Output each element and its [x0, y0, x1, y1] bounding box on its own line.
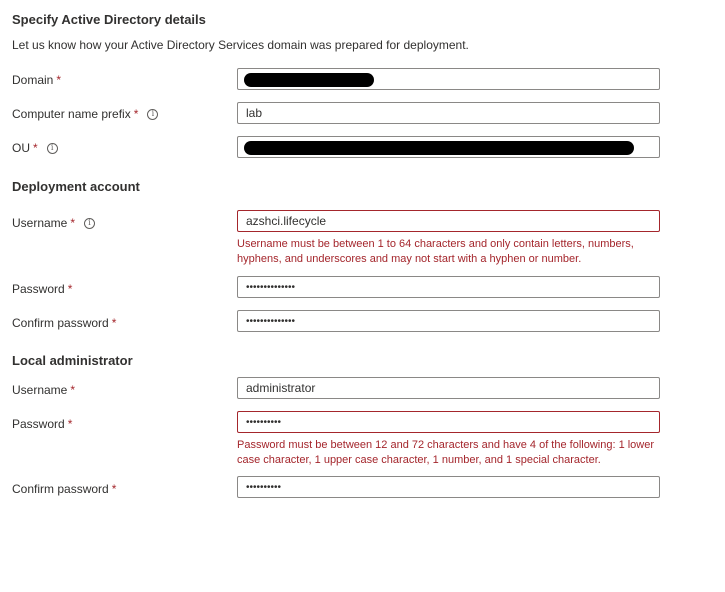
admin-username-label: Username * [12, 383, 75, 397]
admin-confirm-label-text: Confirm password [12, 482, 109, 496]
required-marker: * [56, 73, 62, 87]
info-icon[interactable]: i [46, 142, 58, 154]
computer-prefix-label: Computer name prefix * i [12, 107, 159, 121]
required-marker: * [133, 107, 139, 121]
admin-confirm-label: Confirm password * [12, 482, 116, 496]
computer-prefix-input[interactable]: lab [237, 102, 660, 124]
admin-password-value: •••••••••• [246, 416, 282, 428]
info-icon[interactable]: i [147, 108, 159, 120]
domain-label-text: Domain [12, 73, 54, 87]
deployment-password-label-text: Password [12, 282, 65, 296]
info-icon[interactable]: i [84, 217, 96, 229]
page-title: Specify Active Directory details [12, 12, 206, 27]
deployment-password-input[interactable]: •••••••••••••• [237, 276, 660, 298]
deployment-password-label: Password * [12, 282, 72, 296]
page-description: Let us know how your Active Directory Se… [12, 38, 469, 52]
admin-username-input[interactable]: administrator [237, 377, 660, 399]
deployment-confirm-label: Confirm password * [12, 316, 116, 330]
required-marker: * [67, 282, 73, 296]
admin-confirm-input[interactable]: •••••••••• [237, 476, 660, 498]
redaction-mark [244, 141, 634, 155]
admin-password-label-text: Password [12, 417, 65, 431]
required-marker: * [111, 316, 117, 330]
deployment-username-input[interactable]: azshci.lifecycle [237, 210, 660, 232]
deployment-username-error: Username must be between 1 to 64 charact… [237, 238, 634, 265]
redaction-mark [244, 73, 374, 87]
required-marker: * [70, 383, 76, 397]
deployment-confirm-label-text: Confirm password [12, 316, 109, 330]
required-marker: * [70, 216, 76, 230]
deployment-username-value: azshci.lifecycle [246, 214, 327, 228]
required-marker: * [33, 141, 38, 155]
deployment-username-label-text: Username [12, 216, 68, 230]
admin-password-error: Password must be between 12 and 72 chara… [237, 439, 655, 466]
ad-details-form: Specify Active Directory details Let us … [0, 0, 725, 592]
admin-password-input[interactable]: •••••••••• [237, 411, 660, 433]
deployment-confirm-input[interactable]: •••••••••••••• [237, 310, 660, 332]
ou-label-text: OU [12, 141, 30, 155]
deployment-confirm-value: •••••••••••••• [246, 315, 296, 327]
deployment-section-title: Deployment account [12, 179, 140, 194]
computer-prefix-value: lab [246, 106, 263, 120]
admin-username-label-text: Username [12, 383, 68, 397]
required-marker: * [67, 417, 73, 431]
local-admin-section-title: Local administrator [12, 353, 133, 368]
required-marker: * [111, 482, 117, 496]
deployment-username-label: Username * i [12, 216, 96, 230]
deployment-password-value: •••••••••••••• [246, 281, 296, 293]
ou-label: OU * i [12, 141, 58, 155]
admin-confirm-value: •••••••••• [246, 481, 282, 493]
admin-password-label: Password * [12, 417, 72, 431]
computer-prefix-label-text: Computer name prefix [12, 107, 131, 121]
domain-label: Domain * [12, 73, 61, 87]
admin-username-value: administrator [246, 381, 316, 395]
